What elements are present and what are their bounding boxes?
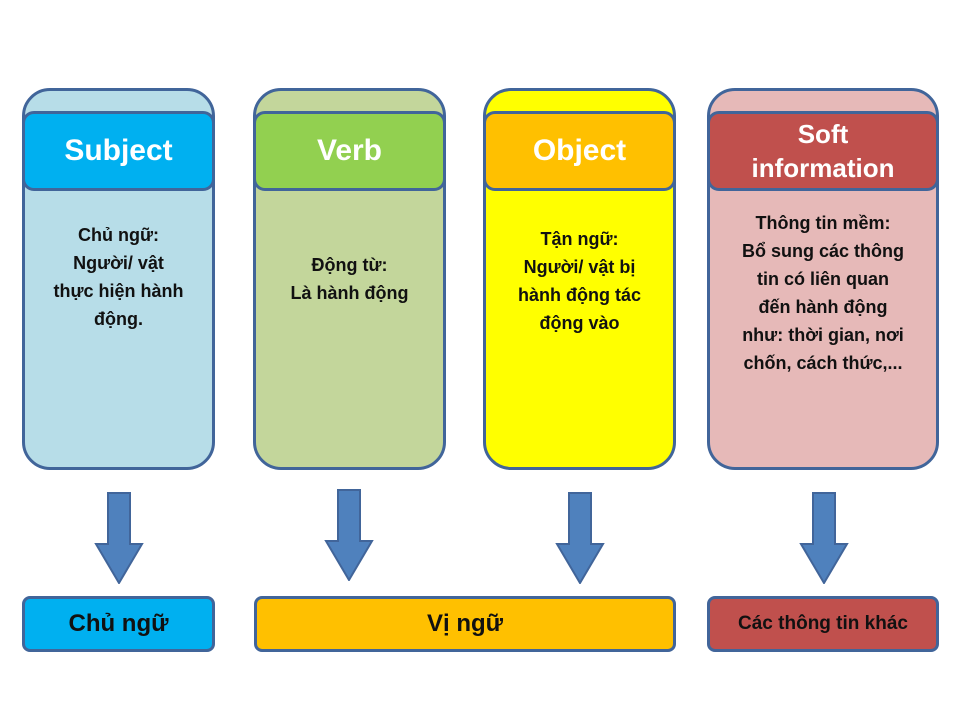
description-line: Động từ: — [311, 255, 388, 275]
verb-card: Verb Động từ: Là hành động — [253, 88, 446, 470]
object-card-header: Object — [483, 111, 676, 191]
arrow-down-icon — [94, 492, 144, 584]
description-line: đến hành động — [758, 297, 888, 317]
verb-description: Động từ: Là hành động — [264, 251, 435, 307]
other-info-result-label: Các thông tin khác — [738, 613, 908, 634]
arrow-down-icon — [799, 492, 849, 584]
soft-information-title-line: Soft — [797, 119, 849, 149]
soft-information-title-line: information — [751, 153, 895, 183]
description-line: thực hiện hành — [53, 281, 184, 301]
object-title: Object — [532, 134, 627, 167]
description-line: động vào — [539, 313, 620, 333]
description-line: Bổ sung các thông — [742, 241, 904, 261]
description-line: chốn, cách thức,... — [743, 353, 903, 373]
subject-result-box: Chủ ngữ — [22, 596, 215, 652]
soft-information-description: Thông tin mềm: Bổ sung các thông tin có … — [718, 209, 928, 377]
verb-title: Verb — [316, 134, 383, 167]
description-line: Thông tin mềm: — [755, 213, 891, 233]
description-line: Là hành động — [290, 283, 409, 303]
description-line: tin có liên quan — [756, 269, 889, 289]
subject-description: Chủ ngữ: Người/ vật thực hiện hành động. — [33, 221, 204, 333]
description-line: động. — [94, 309, 143, 329]
predicate-result-label: Vị ngữ — [426, 610, 504, 637]
verb-card-header: Verb — [253, 111, 446, 191]
predicate-result-box: Vị ngữ — [254, 596, 676, 652]
description-line: hành động tác — [518, 285, 641, 305]
subject-result-label: Chủ ngữ — [68, 610, 169, 637]
object-description: Tận ngữ: Người/ vật bị hành động tác độn… — [494, 225, 665, 337]
description-line: Người/ vật bị — [523, 257, 636, 277]
description-line: như: thời gian, nơi — [742, 325, 904, 345]
description-line: Chủ ngữ: — [77, 225, 159, 245]
other-info-result-box: Các thông tin khác — [707, 596, 939, 652]
soft-information-card: Soft information Thông tin mềm: Bổ sung … — [707, 88, 939, 470]
description-line: Người/ vật — [73, 253, 164, 273]
arrow-down-icon — [555, 492, 605, 584]
soft-information-card-header: Soft information — [707, 111, 939, 191]
subject-title: Subject — [64, 134, 173, 167]
subject-card: Subject Chủ ngữ: Người/ vật thực hiện hà… — [22, 88, 215, 470]
subject-card-header: Subject — [22, 111, 215, 191]
description-line: Tận ngữ: — [540, 229, 619, 249]
object-card: Object Tận ngữ: Người/ vật bị hành động … — [483, 88, 676, 470]
arrow-down-icon — [324, 489, 374, 581]
